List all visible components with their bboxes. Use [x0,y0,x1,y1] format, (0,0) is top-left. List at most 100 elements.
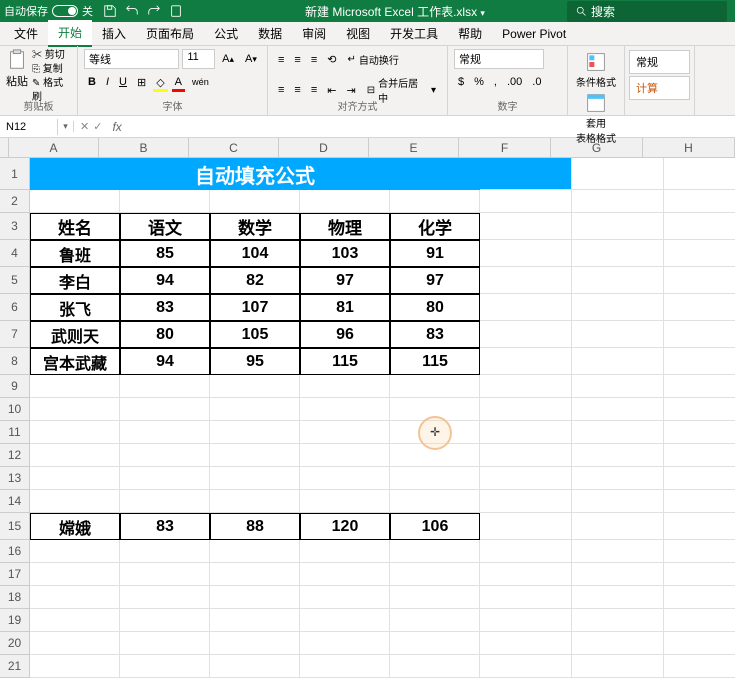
increase-indent-button[interactable]: ⇥ [342,80,359,100]
cell-E16[interactable] [390,540,480,563]
cell-A11[interactable] [30,421,120,444]
cell-B3[interactable]: 语文 [120,213,210,240]
cell-G5[interactable] [572,267,664,294]
cell-H17[interactable] [664,563,735,586]
cell-C15[interactable]: 88 [210,513,300,540]
col-header-E[interactable]: E [369,138,459,158]
cell-D14[interactable] [300,490,390,513]
table-format-button[interactable]: 套用 表格格式 [576,93,616,145]
orientation-button[interactable]: ⟲ [323,50,340,70]
cell-A9[interactable] [30,375,120,398]
cell-B21[interactable] [120,655,210,678]
cell-H10[interactable] [664,398,735,421]
cell-D2[interactable] [300,190,390,213]
cell-F18[interactable] [480,586,572,609]
conditional-format-button[interactable]: 条件格式 [576,52,616,89]
cell-G8[interactable] [572,348,664,375]
cell-F10[interactable] [480,398,572,421]
cell-D12[interactable] [300,444,390,467]
cell-D9[interactable] [300,375,390,398]
cell-H21[interactable] [664,655,735,678]
menu-help[interactable]: 帮助 [448,21,492,46]
cell-A17[interactable] [30,563,120,586]
select-all-corner[interactable] [0,138,9,158]
cell-H6[interactable] [664,294,735,321]
align-center-button[interactable]: ≡ [290,80,304,100]
name-box-dropdown[interactable]: ▾ [58,121,74,132]
cell-F15[interactable] [480,513,572,540]
cell-D20[interactable] [300,632,390,655]
cell-style-normal[interactable]: 常规 [629,50,690,74]
fx-icon[interactable]: fx [108,120,125,134]
cell-E3[interactable]: 化学 [390,213,480,240]
menu-view[interactable]: 视图 [336,21,380,46]
col-header-C[interactable]: C [189,138,279,158]
cell-C14[interactable] [210,490,300,513]
cut-button[interactable]: ✂ 剪切 [32,49,71,63]
cell-F19[interactable] [480,609,572,632]
cell-C12[interactable] [210,444,300,467]
cell-B7[interactable]: 80 [120,321,210,348]
cell-A7[interactable]: 武则天 [30,321,120,348]
formula-input[interactable] [126,117,735,136]
cell-E21[interactable] [390,655,480,678]
row-header-19[interactable]: 19 [0,609,30,632]
col-header-H[interactable]: H [643,138,735,158]
cell-D6[interactable]: 81 [300,294,390,321]
comma-button[interactable]: , [490,72,501,92]
cell-C5[interactable]: 82 [210,267,300,294]
name-box[interactable]: N12 [0,119,58,135]
cell-F6[interactable] [480,294,572,321]
cell-B10[interactable] [120,398,210,421]
cell-D21[interactable] [300,655,390,678]
cell-A21[interactable] [30,655,120,678]
align-top-button[interactable]: ≡ [274,50,288,70]
cell-H3[interactable] [664,213,735,240]
col-header-D[interactable]: D [279,138,369,158]
cell-A10[interactable] [30,398,120,421]
cell-H15[interactable] [664,513,735,540]
cell-C4[interactable]: 104 [210,240,300,267]
cell-H12[interactable] [664,444,735,467]
cell-G16[interactable] [572,540,664,563]
cell-D15[interactable]: 120 [300,513,390,540]
cell-E19[interactable] [390,609,480,632]
col-header-B[interactable]: B [99,138,189,158]
cell-A14[interactable] [30,490,120,513]
cell-A19[interactable] [30,609,120,632]
row-header-3[interactable]: 3 [0,213,30,240]
cell-C10[interactable] [210,398,300,421]
cell-C9[interactable] [210,375,300,398]
align-middle-button[interactable]: ≡ [290,50,304,70]
row-header-16[interactable]: 16 [0,540,30,563]
cell-F7[interactable] [480,321,572,348]
cell-G20[interactable] [572,632,664,655]
cell-G2[interactable] [572,190,664,213]
undo-icon[interactable] [125,4,139,18]
cell-E10[interactable] [390,398,480,421]
cell-H20[interactable] [664,632,735,655]
cell-D8[interactable]: 115 [300,348,390,375]
cell-E18[interactable] [390,586,480,609]
currency-button[interactable]: $ [454,72,468,92]
row-header-18[interactable]: 18 [0,586,30,609]
cell-A2[interactable] [30,190,120,213]
font-size-dropdown[interactable]: 11 [182,49,215,69]
cell-C20[interactable] [210,632,300,655]
cell-F2[interactable] [480,190,572,213]
cell-C16[interactable] [210,540,300,563]
cell-H14[interactable] [664,490,735,513]
cell-G10[interactable] [572,398,664,421]
menu-review[interactable]: 审阅 [292,21,336,46]
cell-E15[interactable]: 106 [390,513,480,540]
search-box[interactable]: 搜索 [567,1,727,22]
cell-B9[interactable] [120,375,210,398]
cell-D4[interactable]: 103 [300,240,390,267]
align-left-button[interactable]: ≡ [274,80,288,100]
cell-H13[interactable] [664,467,735,490]
cell-A3[interactable]: 姓名 [30,213,120,240]
cell-D11[interactable] [300,421,390,444]
row-header-15[interactable]: 15 [0,513,30,540]
cell-H1[interactable] [664,158,735,190]
cell-G18[interactable] [572,586,664,609]
